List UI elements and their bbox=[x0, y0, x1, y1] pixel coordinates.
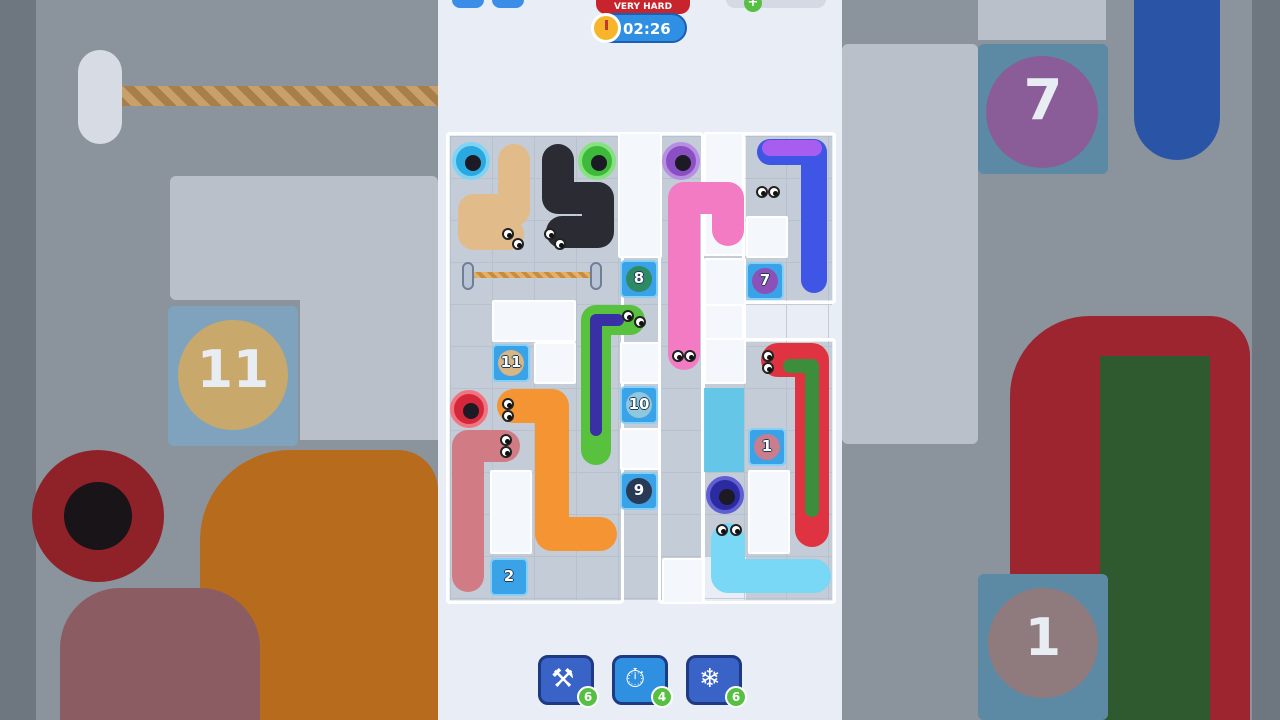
number-tile-label: 8 bbox=[633, 269, 645, 287]
lightblue-snake bbox=[711, 523, 831, 593]
background-red-hole bbox=[32, 450, 164, 582]
hammer-icon: ⚒ bbox=[551, 664, 575, 694]
puzzle-board: 8 7 11 10 1 9 2 bbox=[438, 0, 842, 720]
tan-snake-eye bbox=[502, 228, 514, 240]
number-tile-label: 7 bbox=[759, 271, 771, 289]
snake-freeze-booster-button[interactable]: ❄ 6 bbox=[686, 655, 747, 708]
mauve-snake-eye bbox=[500, 446, 512, 458]
number-tile[interactable]: 7 bbox=[746, 262, 784, 300]
background-gap-left bbox=[170, 176, 438, 300]
number-tile-label: 1 bbox=[761, 437, 773, 455]
red-snake-eye bbox=[762, 362, 774, 374]
stopwatch-icon: ⏱ bbox=[625, 664, 646, 694]
background-gap-left-2 bbox=[300, 290, 438, 440]
background-left: 11 bbox=[0, 0, 438, 720]
number-tile[interactable]: 2 bbox=[490, 558, 528, 596]
black-snake-eye bbox=[544, 228, 556, 240]
mauve-snake-eye bbox=[500, 434, 512, 446]
black-snake-eye bbox=[554, 238, 566, 250]
pink-snake-eye bbox=[672, 350, 684, 362]
black-snake bbox=[542, 144, 614, 248]
background-pink-snake bbox=[60, 588, 260, 720]
background-blue-snake bbox=[1134, 0, 1220, 160]
background-tile-1: 1 bbox=[978, 574, 1108, 720]
background-tile-11-label: 11 bbox=[196, 340, 270, 400]
number-tile[interactable]: 1 bbox=[748, 428, 786, 466]
number-tile[interactable]: 9 bbox=[620, 472, 658, 510]
tan-snake-eye bbox=[512, 238, 524, 250]
background-gap-right bbox=[842, 44, 978, 444]
game-screen: VERY HARD 02:26 + 8 7 11 10 1 9 2 ⚒ 6 ⏱ … bbox=[438, 0, 842, 720]
hammer-booster-button[interactable]: ⚒ 6 bbox=[538, 655, 599, 708]
green-snake-eye bbox=[622, 310, 634, 322]
green-snake-eye bbox=[634, 316, 646, 328]
tan-snake bbox=[458, 144, 530, 250]
booster-count: 4 bbox=[651, 686, 673, 708]
red-snake-eye bbox=[762, 350, 774, 362]
number-tile[interactable]: 11 bbox=[492, 344, 530, 382]
background-right: 7 1 bbox=[842, 0, 1280, 720]
booster-count: 6 bbox=[577, 686, 599, 708]
background-gap-right-2 bbox=[978, 0, 1106, 40]
snake-icon: ❄ bbox=[699, 664, 721, 694]
background-tile-11: 11 bbox=[168, 306, 298, 446]
number-tile-label: 2 bbox=[503, 567, 515, 585]
mauve-snake bbox=[452, 430, 520, 592]
pink-snake-eye bbox=[684, 350, 696, 362]
background-rope bbox=[120, 86, 438, 106]
orange-snake-eye bbox=[502, 398, 514, 410]
number-tile-label: 11 bbox=[500, 353, 522, 371]
violet-snake bbox=[757, 139, 827, 293]
background-tile-7-label: 7 bbox=[1023, 68, 1063, 133]
pink-snake bbox=[668, 182, 744, 370]
freeze-time-booster-button[interactable]: ⏱ 4 bbox=[612, 655, 673, 708]
background-tile-7: 7 bbox=[978, 44, 1108, 174]
number-tile[interactable]: 10 bbox=[620, 386, 658, 424]
blue-creature-eye bbox=[756, 186, 768, 198]
lightblue-snake-eye bbox=[730, 524, 742, 536]
blue-creature-eye bbox=[768, 186, 780, 198]
lightblue-snake-eye bbox=[716, 524, 728, 536]
background-tile-1-label: 1 bbox=[1024, 608, 1062, 668]
background-post bbox=[78, 50, 122, 144]
number-tile-label: 10 bbox=[628, 395, 650, 413]
number-tile-label: 9 bbox=[633, 481, 645, 499]
orange-snake-eye bbox=[502, 410, 514, 422]
booster-count: 6 bbox=[725, 686, 747, 708]
number-tile[interactable]: 8 bbox=[620, 260, 658, 298]
